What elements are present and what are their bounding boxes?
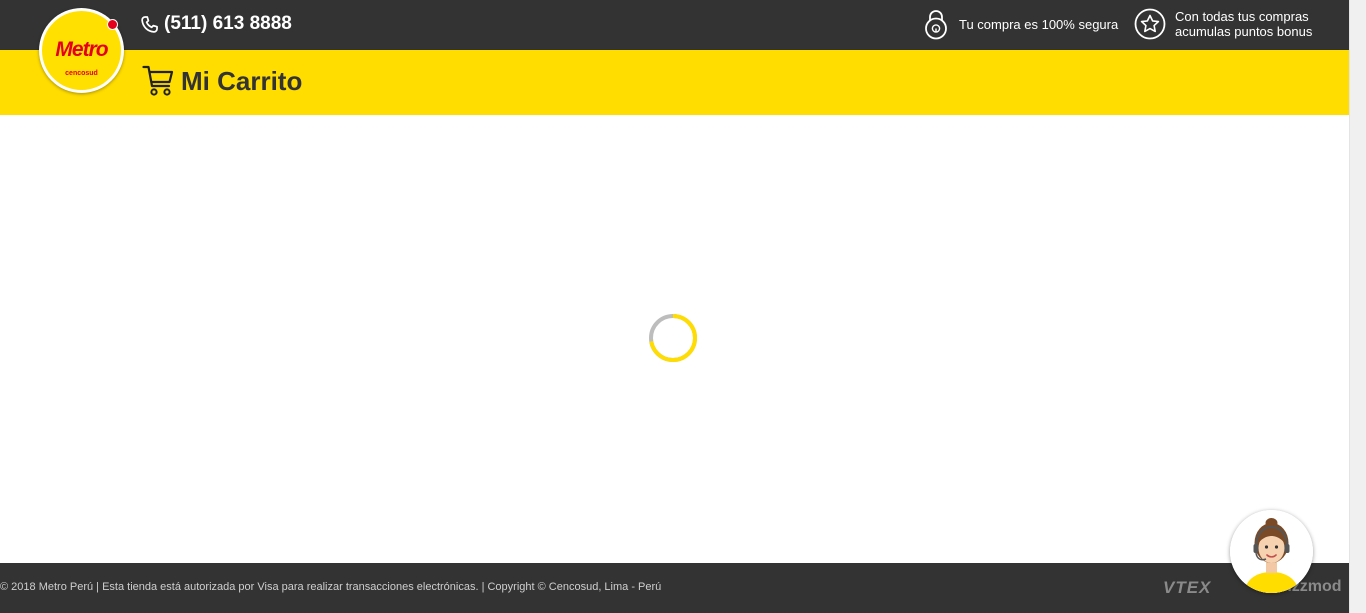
metro-logo[interactable]: Metro cencosud (39, 8, 124, 93)
vertical-scrollbar[interactable] (1349, 0, 1366, 613)
cart-title-bar: Mi Carrito (0, 50, 1349, 115)
chat-assistant-button[interactable] (1230, 510, 1313, 593)
footer-copyright: © 2018 Metro Perú | Esta tienda está aut… (0, 581, 662, 593)
phone-number: (511) 613 8888 (164, 13, 292, 34)
phone-icon (141, 15, 158, 33)
phone-contact[interactable]: (511) 613 8888 (140, 13, 292, 35)
bonus-points-badge: Con todas tus compras acumulas puntos bo… (1134, 8, 1312, 40)
page-title: Mi Carrito (181, 65, 303, 96)
lock-icon (925, 10, 947, 40)
page: (511) 613 8888 Tu compra es 100% segura … (0, 0, 1349, 613)
bonus-line-1: Con todas tus compras (1175, 9, 1309, 24)
vtex-logo[interactable]: VTEX (1163, 578, 1211, 598)
loading-spinner (649, 314, 697, 362)
logo-dot (107, 19, 118, 30)
logo-text: Metro (55, 38, 108, 61)
logo-subtext: cencosud (65, 70, 98, 77)
footer: © 2018 Metro Perú | Esta tienda está aut… (0, 563, 1349, 613)
cart-heading: Mi Carrito (142, 64, 302, 98)
bonus-line-2: acumulas puntos bonus (1175, 24, 1313, 39)
star-icon (1134, 8, 1166, 40)
secure-text: Tu compra es 100% segura (959, 16, 1119, 32)
cart-icon (142, 65, 174, 96)
secure-purchase-badge: Tu compra es 100% segura (923, 8, 1118, 40)
top-bar: (511) 613 8888 Tu compra es 100% segura … (0, 0, 1349, 50)
logo-circle: Metro cencosud (42, 11, 121, 90)
assistant-avatar (1230, 510, 1313, 593)
bonus-text: Con todas tus compras acumulas puntos bo… (1175, 9, 1312, 39)
